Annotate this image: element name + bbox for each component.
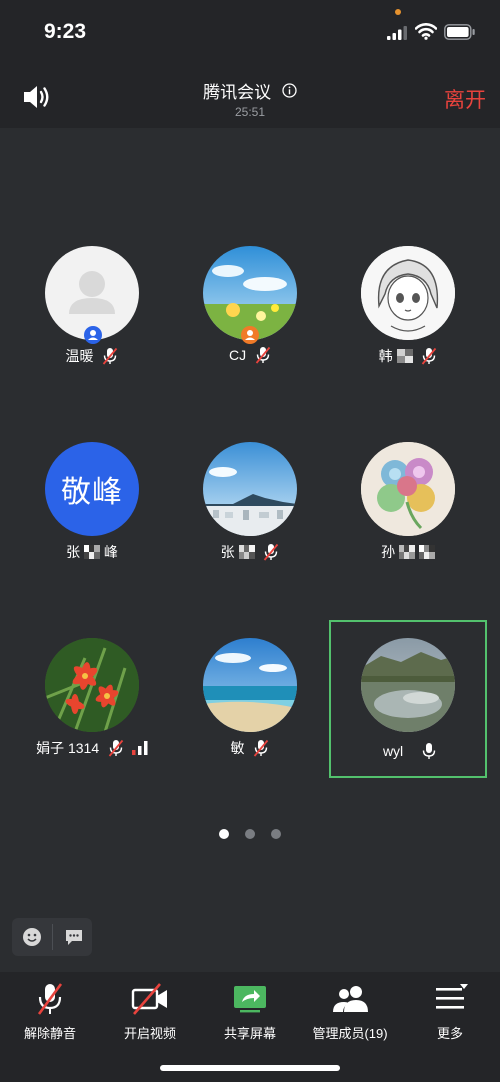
page-dot[interactable] (271, 829, 282, 839)
redacted-name-mosaic (238, 545, 255, 559)
lake-photo (361, 638, 455, 732)
start-video-button[interactable]: 开启视频 (100, 982, 200, 1042)
more-label: 更多 (436, 1026, 463, 1041)
mic-muted-icon (422, 347, 437, 365)
battery-icon (444, 24, 475, 40)
status-bar: 9:23 (0, 0, 500, 62)
quilling-art-photo (361, 442, 455, 536)
share-screen-label: 共享屏幕 (223, 1026, 276, 1041)
status-time: 9:23 (44, 20, 87, 43)
participant-tile[interactable]: 张 (171, 442, 329, 600)
participant-tile[interactable]: 敏 (171, 638, 329, 796)
participant-label: 张 (171, 542, 329, 562)
participant-label: 张 峰 (13, 542, 171, 562)
participant-name: 娟子 1314 (36, 740, 100, 756)
meeting-header: 腾讯会议 25:51 离开 (0, 62, 500, 128)
red-flowers-photo (45, 638, 139, 732)
home-indicator[interactable] (160, 1065, 340, 1071)
participant-name: 温暖 (65, 348, 94, 364)
mic-muted-icon (264, 543, 279, 561)
participant-tile[interactable]: 温暖 (13, 246, 171, 404)
redacted-name-mosaic (418, 545, 435, 559)
share-screen-button[interactable]: 共享屏幕 (200, 982, 300, 1042)
participant-label: wyl (331, 742, 489, 760)
emoji-icon[interactable] (22, 927, 42, 947)
video-off-icon (131, 983, 167, 1015)
participant-label: 韩 (329, 346, 487, 366)
bottom-toolbar: 解除静音 开启视频 共享屏幕 管理成员(19) 更多 (0, 972, 500, 1082)
manage-members-label: 管理成员(19) (312, 1026, 388, 1041)
beach-photo (203, 638, 297, 732)
participant-label: CJ (171, 346, 329, 364)
participant-tile-active-speaker[interactable]: wyl (329, 620, 487, 778)
avatar (361, 246, 455, 340)
avatar (361, 638, 455, 732)
divider (52, 924, 53, 950)
participant-name-suffix: 峰 (103, 544, 118, 560)
manage-members-button[interactable]: 管理成员(19) (300, 982, 400, 1042)
mic-muted-icon (103, 347, 118, 365)
participant-name: CJ (228, 347, 247, 364)
leave-button[interactable]: 离开 (444, 84, 486, 114)
page-dot[interactable] (245, 829, 255, 839)
share-screen-icon (234, 986, 266, 1013)
wifi-icon (415, 23, 437, 40)
participant-tile[interactable]: CJ (171, 246, 329, 404)
coast-city-photo (203, 442, 297, 536)
participant-name: 韩 (378, 348, 393, 364)
unmute-label: 解除静音 (23, 1026, 76, 1041)
chat-icon[interactable] (64, 928, 84, 946)
participant-name: 张 (220, 544, 235, 560)
more-button[interactable]: 更多 (400, 982, 500, 1042)
avatar (361, 442, 455, 536)
start-video-label: 开启视频 (123, 1026, 176, 1041)
mic-muted-icon (254, 739, 269, 757)
anime-girl-drawing (361, 246, 455, 340)
page-dot-current[interactable] (218, 829, 229, 839)
cellular-signal-icon (387, 26, 407, 40)
participant-label: 娟子 1314 (13, 738, 171, 758)
mic-active-icon (422, 743, 436, 760)
avatar (45, 638, 139, 732)
participant-tile[interactable]: 敬峰 张 峰 (13, 442, 171, 600)
participant-name: wyl (382, 743, 404, 760)
page-indicator[interactable] (0, 826, 500, 844)
meeting-title[interactable]: 腾讯会议 (0, 78, 500, 103)
meeting-timer: 25:51 (234, 105, 266, 119)
participant-name: 孙 (381, 544, 396, 560)
cohost-badge-icon (241, 326, 259, 344)
more-menu-icon (436, 984, 468, 1009)
mic-muted-icon (255, 347, 271, 364)
participant-tile[interactable]: 娟子 1314 (13, 638, 171, 796)
host-badge-icon (84, 326, 102, 344)
participant-label: 孙 (329, 542, 487, 562)
unmute-button[interactable]: 解除静音 (0, 982, 100, 1042)
network-signal-icon (131, 741, 148, 755)
info-icon[interactable] (282, 83, 297, 98)
mic-muted-icon (37, 983, 63, 1015)
participant-name: 张 (66, 544, 81, 560)
redacted-name-mosaic (396, 349, 413, 363)
mic-muted-icon (108, 739, 124, 757)
redacted-name-mosaic (84, 545, 100, 559)
participant-grid: 温暖 CJ 韩 敬峰 张 峰 张 孙 娟子 1314 敏 wyl (0, 128, 500, 778)
privacy-indicator-dot (395, 9, 401, 15)
participant-label: 温暖 (13, 346, 171, 366)
avatar (203, 638, 297, 732)
avatar-initials: 敬峰 (45, 442, 139, 536)
avatar: 敬峰 (45, 442, 139, 536)
redacted-name-mosaic (399, 545, 415, 559)
participant-label: 敏 (171, 738, 329, 758)
participant-tile[interactable]: 韩 (329, 246, 487, 404)
members-icon (333, 986, 368, 1012)
avatar (203, 442, 297, 536)
floating-action-bar (12, 918, 92, 956)
participant-tile[interactable]: 孙 (329, 442, 487, 600)
participant-name: 敏 (230, 740, 245, 756)
meeting-title-text: 腾讯会议 (203, 83, 272, 102)
